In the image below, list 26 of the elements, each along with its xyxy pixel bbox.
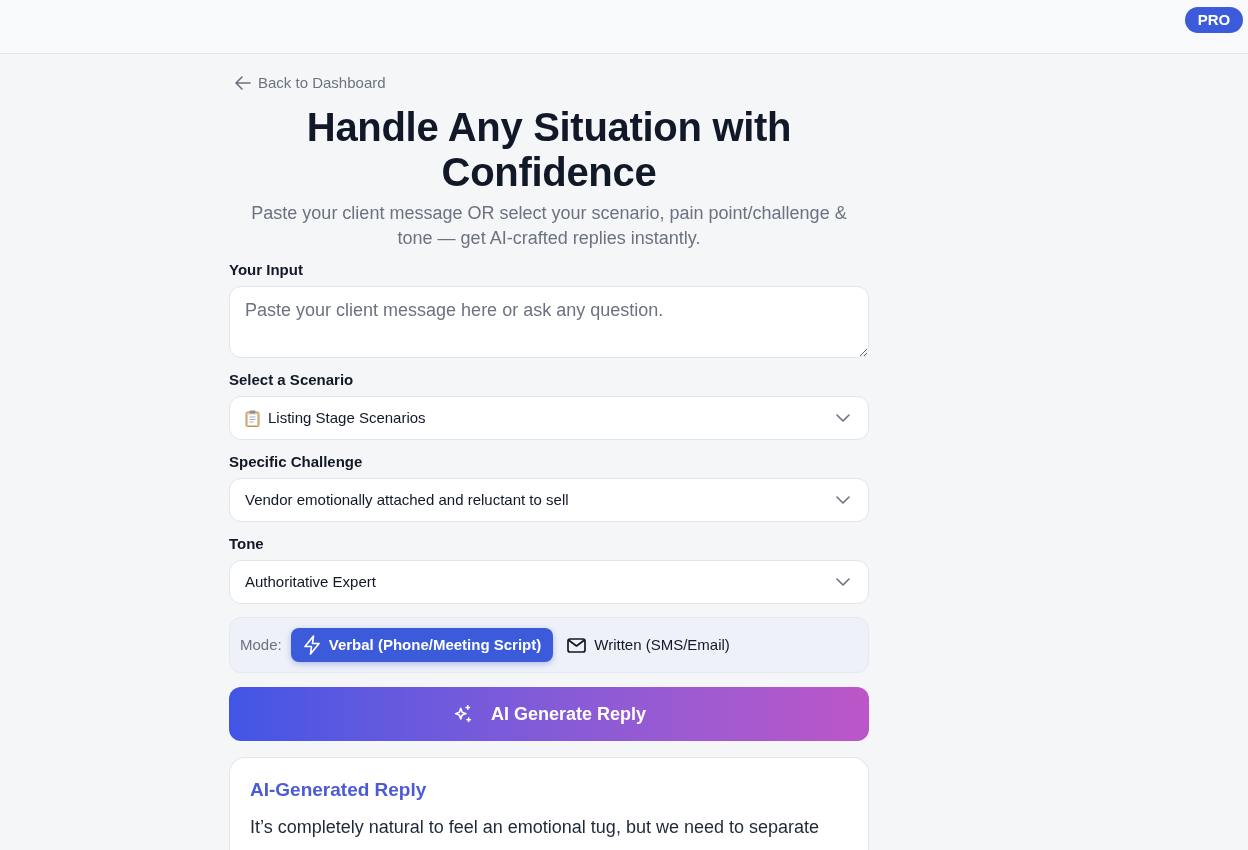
reply-heading: AI-Generated Reply — [250, 778, 428, 802]
generate-reply-button[interactable]: AI Generate Reply — [229, 687, 869, 741]
select-label: Specific Challenge — [229, 452, 364, 472]
dropdown-select[interactable]: Listing Stage Scenarios — [229, 396, 869, 440]
page-subtitle: Paste your client message OR select your scenario, pain point/challenge & tone — get AI-crafted replies instantly. — [250, 202, 848, 250]
back-link-label: Back to Dashboard — [258, 72, 386, 93]
lightning-icon — [302, 635, 321, 655]
mode-label: Mode: — [240, 634, 282, 655]
chevron-down-icon — [836, 578, 850, 586]
page-title: Handle Any Situation with Confidence — [305, 105, 793, 195]
arrow-left-icon — [235, 76, 251, 90]
input-label: Your Input — [229, 260, 304, 280]
chevron-down-icon — [836, 414, 850, 422]
pro-badge: PRO — [1185, 7, 1243, 33]
chevron-down-icon — [836, 496, 850, 504]
select-label: Tone — [229, 534, 265, 554]
select-label: Select a Scenario — [229, 370, 355, 390]
message-input-field[interactable]: Paste your client message here or ask any question. — [229, 286, 869, 358]
clipboard-icon — [245, 409, 260, 427]
dropdown-select[interactable]: Authoritative Expert — [229, 560, 869, 604]
dropdown-select[interactable]: Vendor emotionally attached and reluctant to sell — [229, 478, 869, 522]
back-link[interactable]: Back to Dashboard — [235, 73, 386, 93]
reply-text: It’s completely natural to feel an emotional tug, but we need to separate — [250, 816, 821, 839]
mode-toggle[interactable]: Written (SMS/Email) — [555, 628, 742, 662]
mode-toggle[interactable]: Verbal (Phone/Meeting Script) — [290, 628, 554, 662]
envelope-icon — [567, 637, 587, 653]
